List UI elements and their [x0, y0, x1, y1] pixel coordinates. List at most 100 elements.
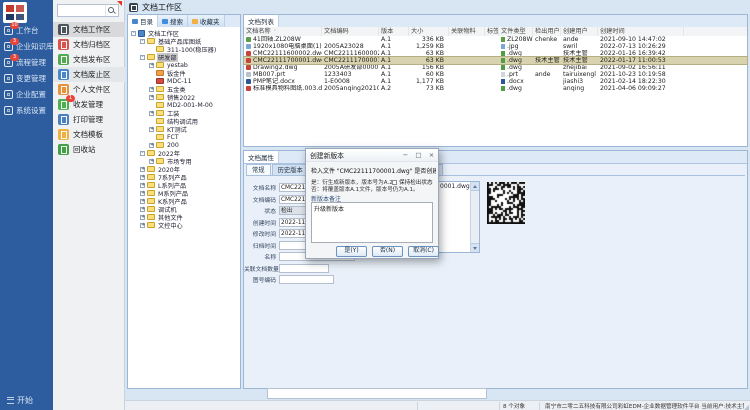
- tree-node[interactable]: +K系列产品: [128, 197, 240, 205]
- maximize-icon[interactable]: □: [412, 150, 425, 161]
- sidebar-item-系统设置[interactable]: 系统设置: [0, 102, 53, 118]
- tree-node[interactable]: +销售2022: [128, 93, 240, 101]
- property-value-图号编码[interactable]: [279, 275, 334, 284]
- table-row[interactable]: PMP笔记.docx1-E0008A.11,177 KB.docxjiashi3…: [244, 78, 747, 85]
- table-row[interactable]: Drawing2.dwg2005A研发部00007A.1156 KB.dwgzh…: [244, 64, 747, 71]
- nav-item-收发管理[interactable]: 1收发管理: [53, 97, 125, 112]
- close-icon[interactable]: ×: [425, 150, 438, 161]
- tree-node[interactable]: 钣金件: [128, 69, 240, 77]
- column-header-大小[interactable]: 大小: [409, 27, 449, 36]
- column-header-版本[interactable]: 版本: [379, 27, 409, 36]
- sidebar-item-label: 工作台: [16, 25, 39, 36]
- column-header-创建时间[interactable]: 创建时间: [598, 27, 684, 36]
- table-row[interactable]: 1920x1080电脑桌面(1)(1).jpg2005A23028A.11,25…: [244, 43, 747, 50]
- table-row[interactable]: MB007.prt1233403A.160 KB.prtandetairuixe…: [244, 71, 747, 78]
- expand-icon[interactable]: +: [149, 143, 154, 148]
- remark-input[interactable]: [267, 388, 487, 399]
- tree-node[interactable]: +KT测试: [128, 125, 240, 133]
- column-header-创建用户[interactable]: 创建用户: [561, 27, 598, 36]
- tree-node[interactable]: MD2-001-M-00: [128, 101, 240, 109]
- scroll-up-icon[interactable]: [471, 182, 479, 191]
- nav-item-label: 个人文件区: [73, 84, 111, 95]
- start-button[interactable]: 开始: [7, 395, 33, 406]
- column-header-文档编码[interactable]: 文档编码: [322, 27, 379, 36]
- property-value-关联文档数量[interactable]: [279, 264, 329, 273]
- expand-icon[interactable]: +: [140, 223, 145, 228]
- nav-item-回收站[interactable]: 回收站: [53, 142, 125, 157]
- sidebar-item-流程管理[interactable]: 3流程管理: [0, 54, 53, 70]
- expand-icon[interactable]: +: [149, 63, 154, 68]
- table-row[interactable]: CMC22111600002.dwgCMC22111600002A.163 KB…: [244, 50, 747, 57]
- expand-icon[interactable]: +: [140, 175, 145, 180]
- search-input[interactable]: [58, 5, 105, 16]
- column-header-文件类型[interactable]: 文件类型: [499, 27, 533, 36]
- tree-node[interactable]: +调试机: [128, 205, 240, 213]
- expand-icon[interactable]: +: [140, 207, 145, 212]
- nav-item-文档废止区[interactable]: 文档废止区: [53, 67, 125, 82]
- minimize-icon[interactable]: −: [399, 150, 412, 161]
- table-row[interactable]: 标准模具物料图纸.003.dwg2005anqing202104...A.273…: [244, 85, 747, 92]
- sidebar-item-变更管理[interactable]: 变更管理: [0, 70, 53, 86]
- expand-icon[interactable]: +: [149, 87, 154, 92]
- keep-checkout-checkbox[interactable]: 保持检出状态: [392, 178, 433, 186]
- tab-file-list[interactable]: 文档列表: [244, 15, 279, 27]
- nav-item-文档模板[interactable]: 文档模板: [53, 127, 125, 142]
- tree-node[interactable]: +市场专用: [128, 157, 240, 165]
- search-icon[interactable]: [105, 5, 118, 16]
- tree-node[interactable]: +其他文件: [128, 213, 240, 221]
- folder-icon: [156, 142, 164, 148]
- collapse-icon[interactable]: -: [140, 151, 145, 156]
- expand-icon[interactable]: +: [140, 167, 145, 172]
- file-type-icon: [501, 79, 505, 84]
- tab-document-properties[interactable]: 文档属性: [244, 151, 279, 163]
- column-header-检出用户[interactable]: 检出用户: [533, 27, 561, 36]
- file-icon: [246, 72, 251, 77]
- expand-icon[interactable]: +: [149, 95, 154, 100]
- table-row[interactable]: CMC22111700001.dwgCMC22111700001A.163 KB…: [244, 57, 747, 64]
- sidebar-item-企业知识库[interactable]: 3企业知识库: [0, 38, 53, 54]
- sidebar-item-企业配置[interactable]: 企业配置: [0, 86, 53, 102]
- tree-node[interactable]: 311-100(稳压器): [128, 45, 240, 53]
- expand-icon[interactable]: +: [149, 127, 154, 132]
- new-version-remark-textarea[interactable]: 升级新版本: [311, 202, 433, 243]
- resize-grip-icon[interactable]: [744, 405, 749, 410]
- tree-node[interactable]: +文控中心: [128, 221, 240, 229]
- sidebar-item-工作台[interactable]: 10工作台: [0, 22, 53, 38]
- nav-item-label: 文档发布区: [73, 54, 111, 65]
- collapse-icon[interactable]: -: [140, 39, 145, 44]
- nav-item-文档工作区[interactable]: 文档工作区: [53, 22, 125, 37]
- tree-tab-收藏夹[interactable]: 收藏夹: [188, 15, 225, 27]
- column-header-关联物料[interactable]: 关联物料: [449, 27, 485, 36]
- tree-node[interactable]: +200: [128, 141, 240, 149]
- properties-tab-常规[interactable]: 常规: [246, 164, 271, 175]
- tree-node[interactable]: -研发部: [128, 53, 240, 61]
- expand-icon[interactable]: +: [140, 215, 145, 220]
- listbox-scrollbar[interactable]: [470, 182, 479, 252]
- properties-tab-历史版本[interactable]: 历史版本: [272, 164, 309, 175]
- dialog-button-取消(C)[interactable]: 取消(C): [408, 246, 439, 257]
- expand-icon[interactable]: +: [149, 159, 154, 164]
- nav-item-打印管理[interactable]: 打印管理: [53, 112, 125, 127]
- tree-tab-目录[interactable]: 目录: [128, 15, 158, 27]
- table-row[interactable]: 41回轴.ZL208WA.1336 KBZL208Wchenkeande2021…: [244, 36, 747, 43]
- nav-item-文档发布区[interactable]: 文档发布区: [53, 52, 125, 67]
- dialog-button-是(Y)[interactable]: 是(Y): [336, 246, 367, 257]
- tab-document-workspace[interactable]: 文档工作区: [129, 2, 182, 13]
- scroll-down-icon[interactable]: [471, 243, 479, 252]
- checkbox-icon[interactable]: [392, 180, 397, 185]
- column-header-文档名称[interactable]: 文档名称 ˄: [244, 27, 322, 36]
- nav-item-文档归档区[interactable]: 文档归档区: [53, 37, 125, 52]
- expand-icon[interactable]: +: [149, 111, 154, 116]
- tree-node[interactable]: FCT: [128, 133, 240, 141]
- nav-item-个人文件区[interactable]: 个人文件区: [53, 82, 125, 97]
- expand-icon[interactable]: +: [140, 183, 145, 188]
- dialog-button-否(N)[interactable]: 否(N): [372, 246, 403, 257]
- expand-icon[interactable]: +: [140, 191, 145, 196]
- collapse-icon[interactable]: -: [131, 31, 136, 36]
- file-code-cell: 1233403: [322, 71, 379, 78]
- tree-tab-搜索[interactable]: 搜索: [158, 15, 188, 27]
- column-header-标签[interactable]: 标签: [485, 27, 499, 36]
- expand-icon[interactable]: +: [140, 199, 145, 204]
- collapse-icon[interactable]: -: [140, 55, 145, 60]
- dialog-titlebar[interactable]: 创建新版本 − □ ×: [306, 149, 438, 162]
